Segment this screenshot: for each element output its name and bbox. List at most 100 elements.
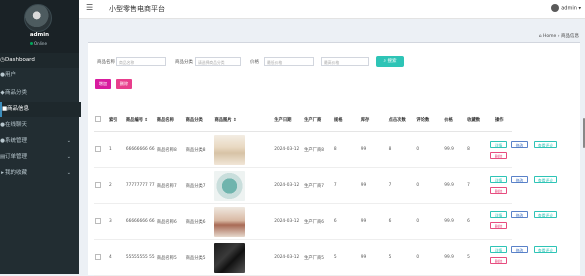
avatar [551, 4, 560, 12]
detail-button[interactable]: 详情 [490, 211, 507, 218]
table-row: 2 77777777 77 商品名称7 商品分类7 2024-03-12 生产厂… [94, 167, 512, 204]
sidebar-item-label: 用户 [5, 72, 17, 78]
sidebar: admin Online ◷Dashboard ●用户 ◆商品分类 ■商品信息 … [0, 0, 81, 274]
search-button-label: 搜索 [387, 59, 397, 64]
sidebar-item-dashboard[interactable]: ◷Dashboard [0, 53, 79, 68]
cell-name: 商品名称8 [155, 131, 185, 168]
cell-price: 99.9 [443, 239, 467, 276]
view-reviews-button[interactable]: 查看评论 [534, 176, 557, 183]
chevron-down-icon: ▾ [578, 5, 581, 12]
detail-button[interactable]: 详情 [490, 246, 507, 253]
col-actions: 操作 [493, 109, 512, 132]
edit-button[interactable]: 修改 [511, 141, 528, 148]
cell-stock: 99 [359, 239, 388, 276]
sidebar-item-label: 商品信息 [7, 106, 30, 112]
cell-comments: 0 [415, 131, 444, 168]
view-reviews-button[interactable]: 查看评论 [534, 211, 557, 218]
cell-image [213, 203, 274, 240]
cell-maker: 生产厂商7 [303, 167, 333, 204]
mouse-cursor-icon: ☝ [227, 116, 232, 124]
col-code[interactable]: 商品编号 ⇕ [124, 109, 156, 132]
edit-button[interactable]: 修改 [511, 176, 528, 183]
home-icon: ⌂ [538, 34, 542, 39]
cell-name: 商品名称6 [155, 203, 185, 240]
row-delete-button[interactable]: 删除 [490, 152, 507, 159]
avatar [24, 4, 52, 32]
cell-category: 商品分类7 [184, 167, 214, 204]
chevron-down-icon: ⌄ [66, 138, 71, 144]
product-image[interactable] [214, 242, 246, 273]
sidebar-item-system[interactable]: ●系统管理 ⌄ [0, 134, 79, 149]
col-code-label: 商品编号 [125, 118, 144, 123]
sort-icon: ⇕ [233, 118, 237, 123]
user-status: Online [30, 41, 47, 46]
name-filter-input[interactable]: 商品名称 [116, 57, 166, 66]
view-reviews-button[interactable]: 查看评论 [534, 141, 557, 148]
cell-stock: 99 [359, 131, 388, 168]
chevron-down-icon: ⌄ [66, 154, 71, 160]
breadcrumb-home[interactable]: Home [543, 34, 556, 39]
add-button[interactable]: 增加 [95, 79, 111, 89]
row-checkbox[interactable] [95, 181, 101, 188]
cell-category: 商品分类5 [184, 239, 214, 276]
select-all-checkbox[interactable] [95, 116, 101, 122]
cell-index: 3 [107, 203, 125, 240]
cell-actions [493, 167, 512, 204]
cell-spec: 6 [332, 203, 360, 240]
row-select-cell [94, 203, 108, 240]
price-min-input[interactable]: 最低价格 [264, 57, 314, 66]
user-panel: admin Online [0, 0, 79, 53]
sidebar-item-products[interactable]: ■商品信息 [0, 102, 81, 117]
name-filter-label: 商品名称 [97, 60, 115, 65]
row-delete-button[interactable]: 删除 [490, 257, 507, 264]
col-maker: 生产厂商 [303, 109, 333, 132]
sidebar-item-orders[interactable]: ▤订单管理 ⌄ [0, 150, 79, 165]
edit-button[interactable]: 修改 [511, 246, 528, 253]
cell-stock: 99 [359, 203, 388, 240]
user-menu[interactable]: admin ▾ [551, 4, 581, 12]
product-image[interactable] [214, 206, 246, 237]
sidebar-item-chat[interactable]: ●在线聊天 [0, 118, 79, 133]
breadcrumb-current: 商品信息 [561, 34, 579, 39]
select-all-header[interactable] [94, 109, 108, 132]
edit-button[interactable]: 修改 [511, 211, 528, 218]
sidebar-item-users[interactable]: ●用户 [0, 68, 79, 83]
cell-comments: 0 [415, 167, 444, 204]
cell-actions [493, 131, 512, 168]
view-reviews-button[interactable]: 查看评论 [534, 246, 557, 253]
cell-spec: 8 [332, 131, 360, 168]
col-favorites: 收藏数 [466, 109, 494, 132]
user-name: admin [561, 5, 577, 12]
cell-code: 77777777 77 [124, 167, 156, 204]
row-checkbox[interactable] [95, 145, 101, 152]
breadcrumb: ⌂ Home › 商品信息 [539, 33, 579, 39]
table-row: 1 66666666 66 商品名称8 商品分类8 2024-03-12 生产厂… [94, 131, 512, 168]
table-header-row: 索引 商品编号 ⇕ 商品名称 商品分类 商品图片 ⇕ 生产日期 生产厂商 规格 … [94, 109, 512, 132]
col-stock: 库存 [359, 109, 388, 132]
col-clicks: 点击次数 [387, 109, 416, 132]
sidebar-item-favorites[interactable]: ▸我的收藏 ⌄ [0, 166, 79, 181]
row-delete-button[interactable]: 删除 [490, 187, 507, 194]
col-image[interactable]: 商品图片 ⇕ [213, 109, 274, 132]
row-select-cell [94, 167, 108, 204]
category-select[interactable]: 请选择商品分类 [195, 57, 241, 66]
product-image[interactable] [214, 170, 246, 201]
search-button[interactable]: ⌕ 搜索 [376, 56, 404, 67]
product-image[interactable] [214, 134, 246, 165]
delete-button[interactable]: 删除 [116, 79, 132, 89]
detail-button[interactable]: 详情 [490, 141, 507, 148]
detail-button[interactable]: 详情 [490, 176, 507, 183]
row-checkbox[interactable] [95, 217, 101, 224]
breadcrumb-separator: › [557, 34, 560, 39]
sidebar-item-label: 系统管理 [5, 138, 28, 144]
col-spec: 规格 [332, 109, 360, 132]
cell-name: 商品名称7 [155, 167, 185, 204]
row-checkbox[interactable] [95, 253, 101, 260]
sidebar-item-categories[interactable]: ◆商品分类 [0, 86, 79, 101]
menu-toggle-icon[interactable]: ☰ [86, 3, 93, 12]
content-panel: 商品名称 商品名称 商品分类 请选择商品分类 价格 最低价格 最高价格 ⌕ 搜索… [88, 42, 580, 276]
cell-spec: 7 [332, 167, 360, 204]
price-max-input[interactable]: 最高价格 [321, 57, 369, 66]
row-delete-button[interactable]: 删除 [490, 222, 507, 229]
cell-clicks: 5 [387, 239, 416, 276]
